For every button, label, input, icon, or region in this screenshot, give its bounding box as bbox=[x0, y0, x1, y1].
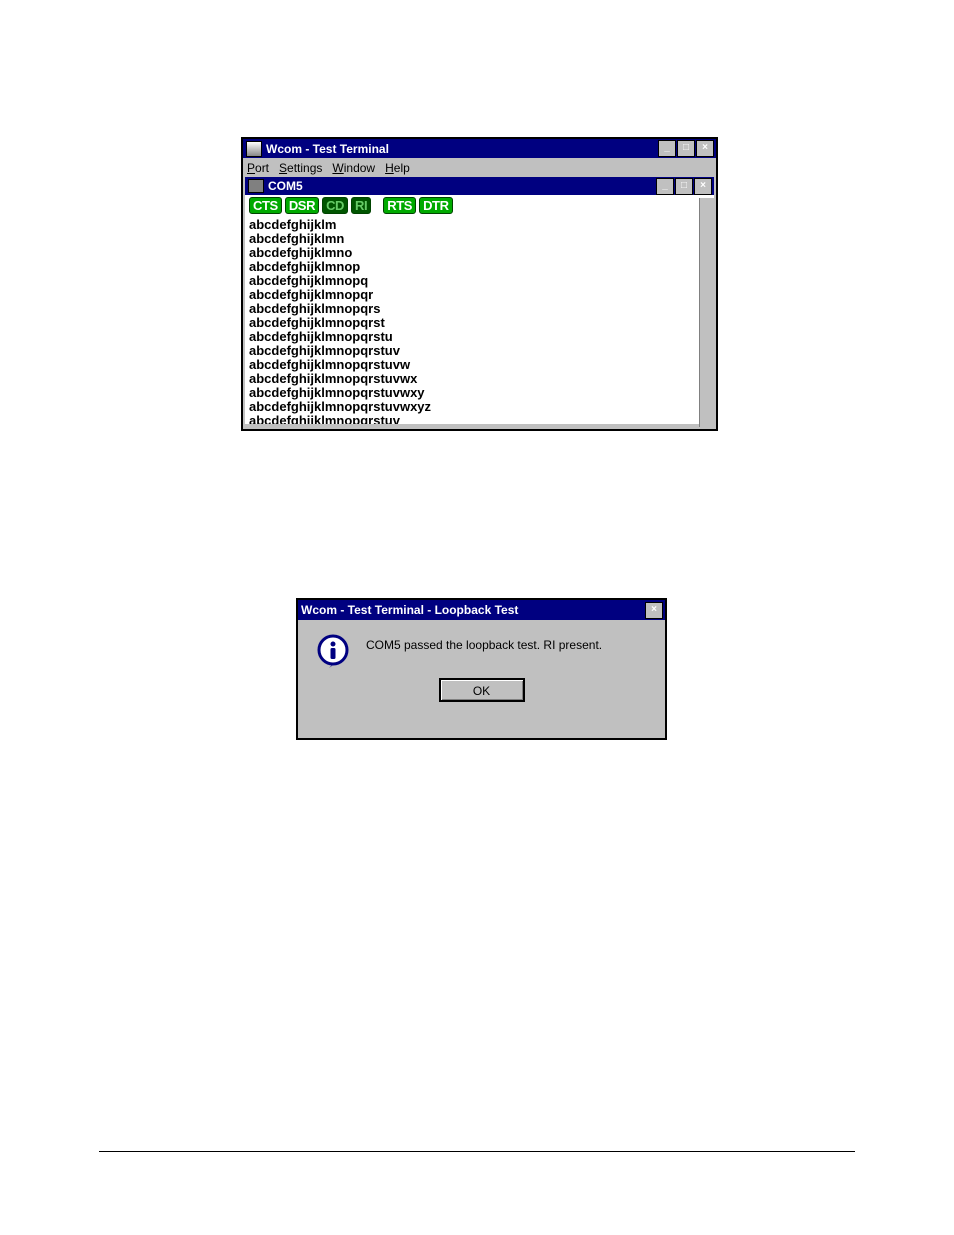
child-titlebar[interactable]: COM5 _ □ × bbox=[245, 177, 714, 195]
child-maximize-icon[interactable]: □ bbox=[675, 178, 693, 195]
scrollbar[interactable] bbox=[699, 198, 714, 427]
page-rule bbox=[99, 1151, 855, 1152]
dialog-close-icon[interactable]: × bbox=[645, 602, 663, 619]
minimize-icon[interactable]: _ bbox=[658, 140, 676, 157]
child-minimize-icon[interactable]: _ bbox=[656, 178, 674, 195]
signal-lamps: CTSDSRCDRI RTSDTR bbox=[245, 195, 714, 216]
lamp-ri: RI bbox=[351, 197, 371, 214]
terminal-output: abcdefghijklm abcdefghijklmn abcdefghijk… bbox=[245, 216, 714, 424]
menu-help[interactable]: Help bbox=[385, 161, 410, 175]
dialog-message: COM5 passed the loopback test. RI presen… bbox=[366, 634, 602, 652]
lamp-cd: CD bbox=[322, 197, 348, 214]
dialog-titlebar[interactable]: Wcom - Test Terminal - Loopback Test × bbox=[298, 600, 665, 620]
main-title: Wcom - Test Terminal bbox=[266, 142, 657, 156]
lamp-dtr: DTR bbox=[419, 197, 453, 214]
info-icon bbox=[316, 634, 350, 668]
child-close-icon[interactable]: × bbox=[694, 178, 712, 195]
maximize-icon[interactable]: □ bbox=[677, 140, 695, 157]
app-icon bbox=[246, 141, 262, 157]
lamp-cts: CTS bbox=[249, 197, 282, 214]
close-icon[interactable]: × bbox=[696, 140, 714, 157]
menubar: Port Settings Window Help bbox=[243, 158, 716, 177]
menu-settings[interactable]: Settings bbox=[279, 161, 322, 175]
main-window: Wcom - Test Terminal _ □ × Port Settings… bbox=[241, 137, 718, 431]
menu-window[interactable]: Window bbox=[332, 161, 375, 175]
loopback-dialog: Wcom - Test Terminal - Loopback Test × C… bbox=[296, 598, 667, 740]
main-titlebar[interactable]: Wcom - Test Terminal _ □ × bbox=[243, 139, 716, 158]
child-title: COM5 bbox=[268, 179, 303, 193]
lamp-rts: RTS bbox=[383, 197, 416, 214]
menu-port[interactable]: Port bbox=[247, 161, 269, 175]
dialog-title: Wcom - Test Terminal - Loopback Test bbox=[301, 603, 644, 617]
lamp-dsr: DSR bbox=[285, 197, 319, 214]
port-icon bbox=[248, 179, 264, 193]
ok-button[interactable]: OK bbox=[439, 678, 525, 702]
